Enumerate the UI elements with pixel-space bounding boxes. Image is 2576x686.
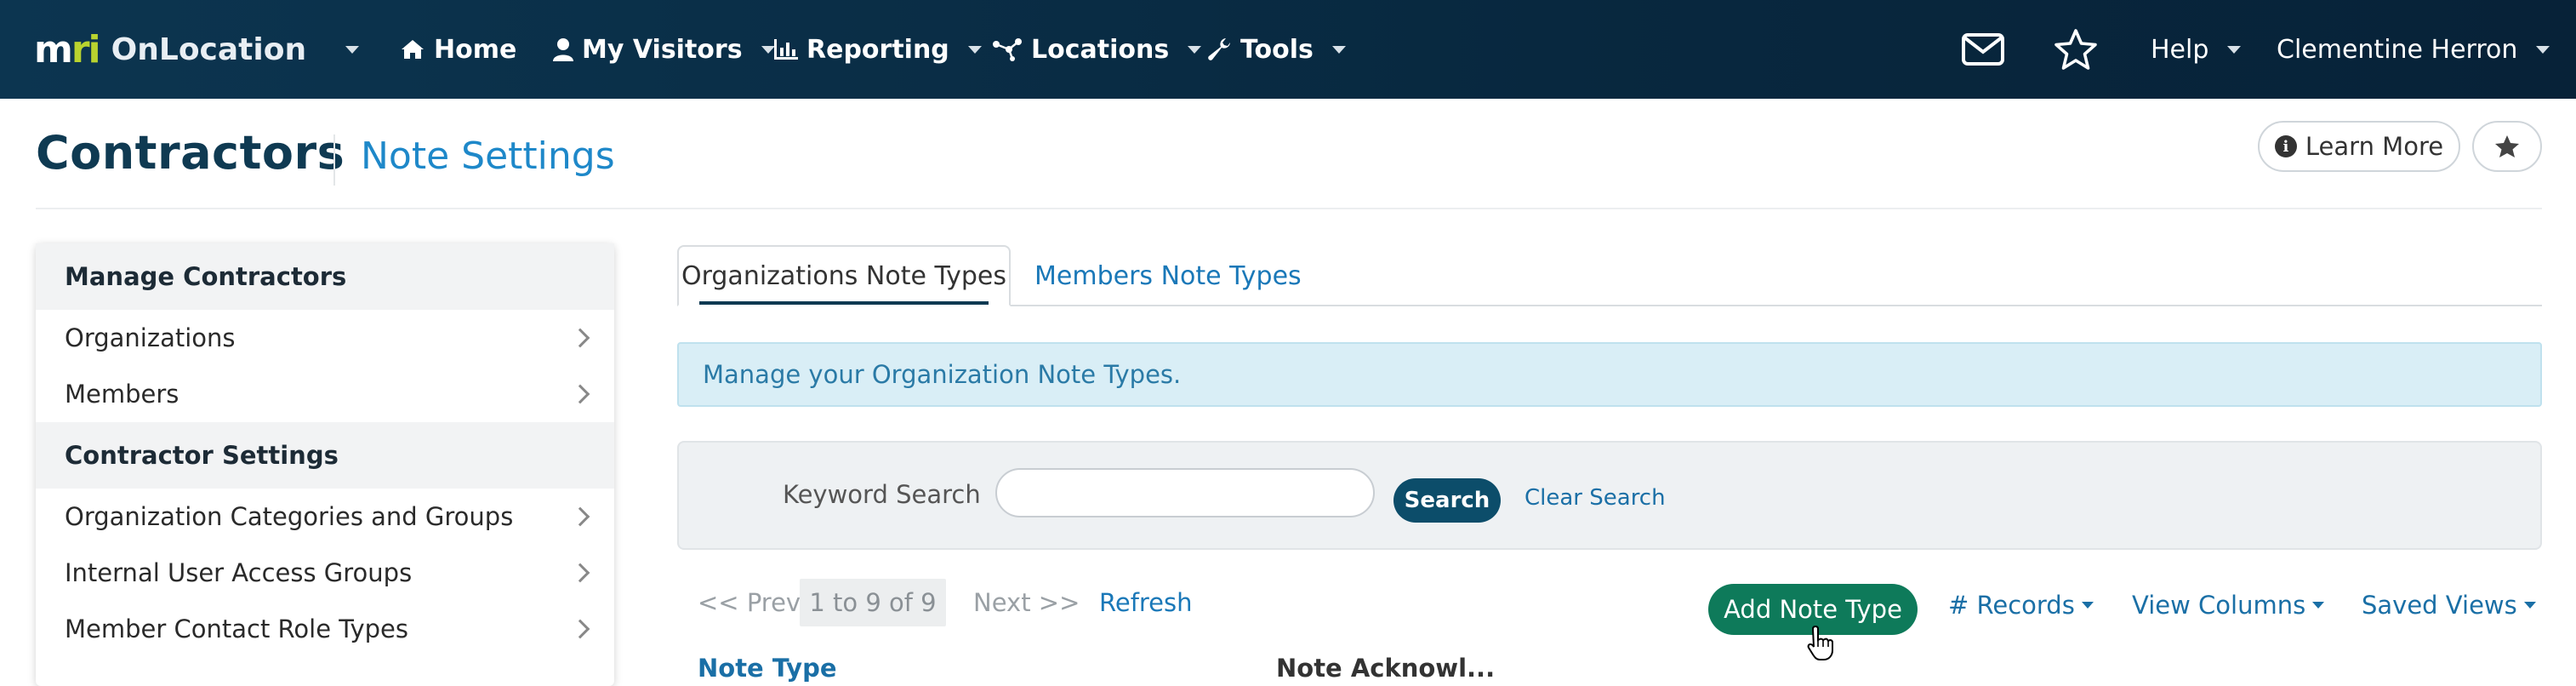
favorite-page-button[interactable] [2472, 121, 2542, 172]
view-columns-dropdown[interactable]: View Columns [2132, 591, 2325, 620]
refresh-link[interactable]: Refresh [1099, 579, 1193, 626]
saved-views-dropdown[interactable]: Saved Views [2362, 591, 2536, 620]
info-alert: Manage your Organization Note Types. [677, 342, 2542, 407]
chevron-right-icon [570, 563, 590, 583]
sidebar-heading-manage-contractors: Manage Contractors [36, 243, 614, 310]
keyword-search-input[interactable] [995, 468, 1375, 517]
records-per-page-dropdown[interactable]: # Records [1948, 591, 2094, 620]
nav-my-visitors[interactable]: My Visitors [553, 0, 775, 99]
nav-my-visitors-label: My Visitors [582, 34, 743, 65]
sidebar-item-members[interactable]: Members [36, 366, 614, 422]
search-button[interactable]: Search [1393, 478, 1501, 523]
sidebar-item-member-contact-role-types[interactable]: Member Contact Role Types [36, 601, 614, 657]
messages-button[interactable] [1962, 0, 2004, 99]
sidebar-item-label: Members [65, 380, 180, 409]
records-label: # Records [1948, 591, 2075, 620]
chevron-down-icon [2523, 602, 2536, 609]
info-alert-text: Manage your Organization Note Types. [703, 360, 1182, 389]
prev-page-link[interactable]: << Prev [698, 579, 801, 626]
tab-label: Members Note Types [1034, 260, 1302, 291]
network-icon [993, 38, 1022, 61]
sidebar-heading-contractor-settings: Contractor Settings [36, 422, 614, 489]
keyword-search-label: Keyword Search [783, 480, 981, 509]
sidebar-item-label: Organizations [65, 323, 236, 352]
tab-label: Organizations Note Types [681, 260, 1007, 291]
mri-logo-mark: mri [34, 27, 101, 71]
chevron-down-icon [1188, 45, 1202, 54]
sidebar-item-label: Internal User Access Groups [65, 558, 413, 587]
brand-logo[interactable]: mri OnLocation [34, 0, 306, 99]
wrench-icon [1208, 38, 1230, 60]
chevron-down-icon [761, 45, 775, 54]
chevron-down-icon [967, 45, 982, 54]
favorites-button[interactable] [2054, 0, 2098, 99]
sidebar-item-label: Member Contact Role Types [65, 615, 408, 643]
nav-reporting-label: Reporting [806, 34, 949, 65]
home-icon [402, 40, 424, 59]
nav-help-label: Help [2151, 34, 2209, 65]
tab-members-note-types[interactable]: Members Note Types [1034, 245, 1302, 306]
page-range-indicator: 1 to 9 of 9 [800, 579, 946, 626]
chevron-right-icon [570, 506, 590, 527]
saved-views-label: Saved Views [2362, 591, 2517, 620]
user-icon [553, 38, 573, 61]
chevron-down-icon [2227, 45, 2242, 54]
tab-organizations-note-types[interactable]: Organizations Note Types [677, 245, 1011, 306]
chevron-down-icon [2536, 45, 2550, 54]
sidebar-item-organizations[interactable]: Organizations [36, 310, 614, 366]
note-type-tabs: Organizations Note Types Members Note Ty… [677, 245, 2542, 306]
chevron-down-icon [2081, 602, 2094, 609]
chevron-down-icon [2312, 602, 2325, 609]
nav-locations-label: Locations [1031, 34, 1170, 65]
next-page-link[interactable]: Next >> [973, 579, 1080, 626]
nav-tools-label: Tools [1240, 34, 1314, 65]
nav-reporting[interactable]: Reporting [774, 0, 982, 99]
sidebar: Manage Contractors Organizations Members… [36, 243, 614, 686]
title-divider [333, 134, 335, 186]
search-panel: Keyword Search Search Clear Search [677, 441, 2542, 550]
nav-help[interactable]: Help [2151, 0, 2242, 99]
column-header-note-acknowledgement[interactable]: Note Acknowl... [1276, 654, 1495, 683]
bar-chart-icon [774, 39, 798, 60]
clear-search-link[interactable]: Clear Search [1525, 485, 1666, 511]
star-icon [2055, 29, 2097, 70]
page-subtitle: Note Settings [361, 134, 615, 178]
chevron-down-icon [1331, 45, 1346, 54]
learn-more-label: Learn More [2305, 132, 2444, 161]
nav-home[interactable]: Home [400, 0, 516, 99]
hand-cursor-icon [1807, 625, 1833, 660]
page-title: Contractors [36, 126, 345, 180]
brand-name: OnLocation [111, 31, 307, 67]
star-icon [2495, 135, 2519, 157]
top-navbar: mri OnLocation Home My Visitors Reportin… [0, 0, 2576, 99]
column-header-note-type[interactable]: Note Type [698, 654, 837, 683]
chevron-right-icon [570, 619, 590, 639]
header-divider [36, 208, 2542, 209]
active-tab-indicator [699, 301, 989, 305]
sidebar-item-label: Organization Categories and Groups [65, 502, 514, 531]
view-columns-label: View Columns [2132, 591, 2306, 620]
mail-icon [1962, 33, 2004, 66]
chevron-right-icon [570, 328, 590, 348]
learn-more-button[interactable]: i Learn More [2258, 121, 2460, 172]
user-name: Clementine Herron [2277, 34, 2518, 65]
nav-home-label: Home [434, 34, 517, 65]
chevron-down-icon [345, 45, 359, 54]
info-icon: i [2274, 135, 2297, 157]
nav-tools[interactable]: Tools [1208, 0, 1346, 99]
sidebar-item-organization-categories[interactable]: Organization Categories and Groups [36, 489, 614, 545]
brand-menu-toggle[interactable] [335, 0, 359, 99]
sidebar-item-internal-user-access-groups[interactable]: Internal User Access Groups [36, 545, 614, 601]
chevron-right-icon [570, 384, 590, 404]
nav-locations[interactable]: Locations [992, 0, 1202, 99]
user-menu[interactable]: Clementine Herron [2277, 0, 2550, 99]
